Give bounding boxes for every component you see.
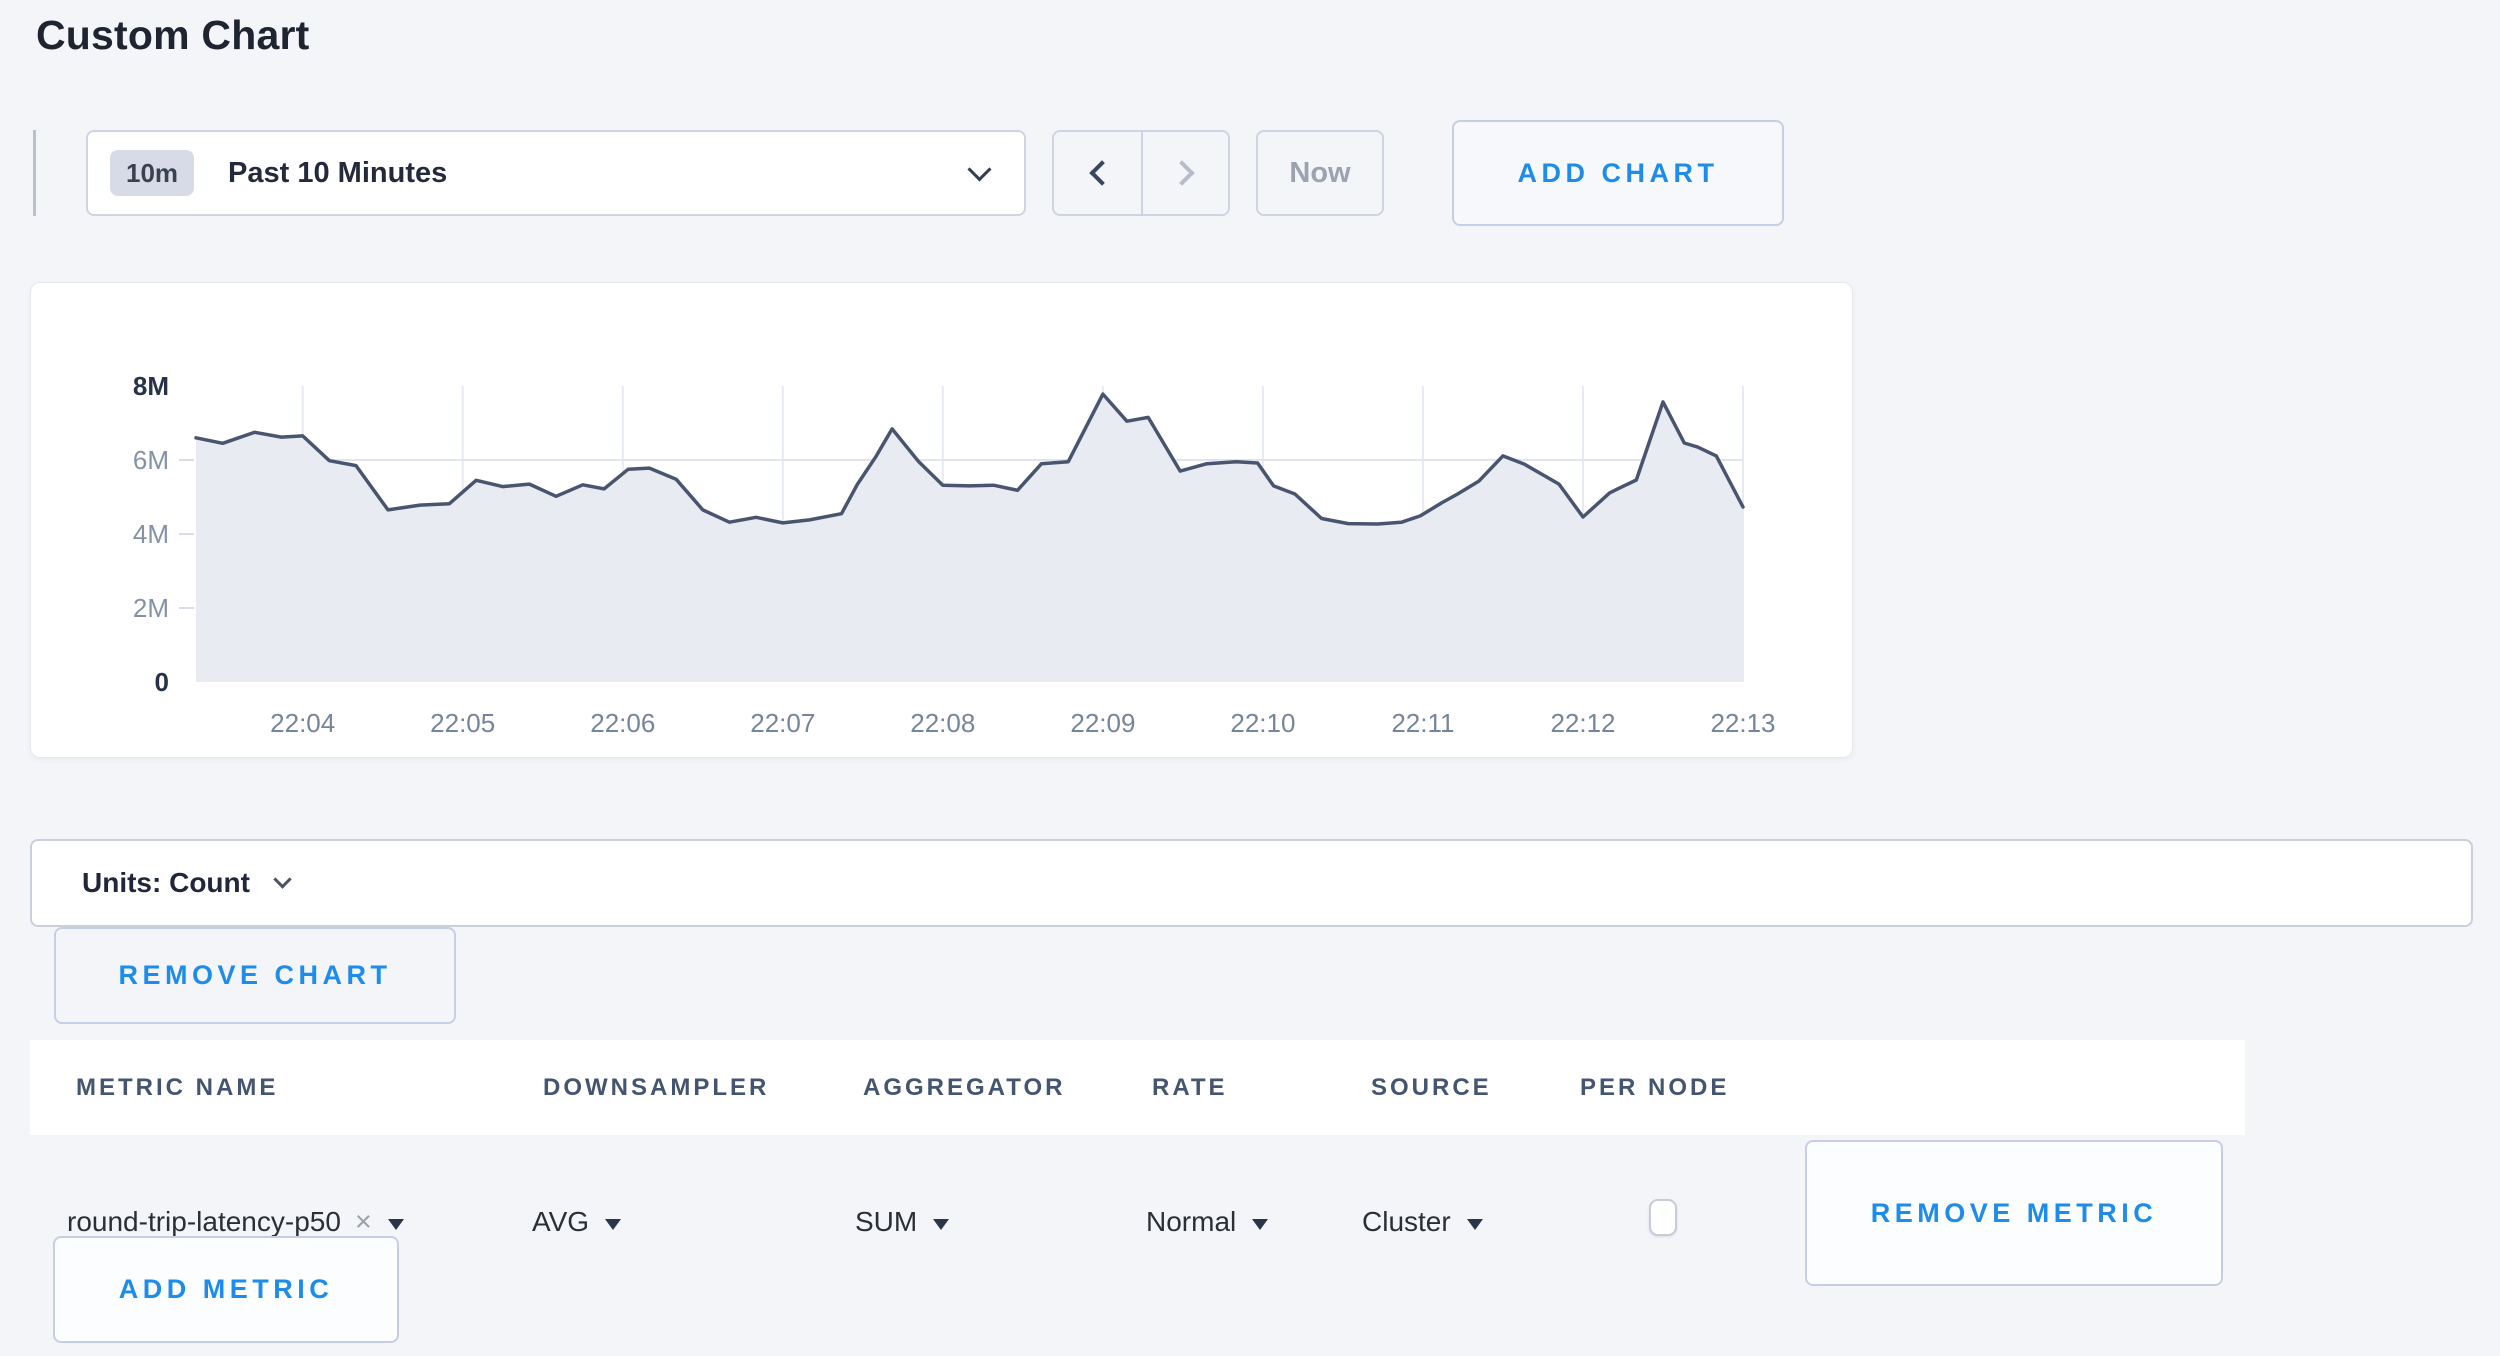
svg-text:22:05: 22:05 bbox=[430, 708, 495, 738]
column-header-rate: RATE bbox=[1152, 1040, 1228, 1135]
caret-down-icon bbox=[605, 1219, 621, 1230]
svg-text:22:13: 22:13 bbox=[1710, 708, 1775, 738]
svg-text:22:06: 22:06 bbox=[590, 708, 655, 738]
rate-value: Normal bbox=[1146, 1206, 1236, 1238]
previous-interval-button[interactable] bbox=[1054, 132, 1141, 214]
remove-chart-button[interactable]: REMOVE CHART bbox=[54, 927, 456, 1024]
svg-text:2M: 2M bbox=[133, 593, 169, 623]
caret-down-icon bbox=[1252, 1219, 1268, 1230]
page-title: Custom Chart bbox=[36, 12, 309, 59]
svg-text:0: 0 bbox=[155, 667, 169, 697]
column-header-aggregator: AGGREGATOR bbox=[863, 1040, 1065, 1135]
remove-chip-x-icon[interactable]: × bbox=[355, 1206, 372, 1239]
column-header-per-node: PER NODE bbox=[1580, 1040, 1729, 1135]
metric-name-value: round-trip-latency-p50 bbox=[67, 1206, 341, 1238]
svg-text:22:10: 22:10 bbox=[1230, 708, 1295, 738]
add-metric-button[interactable]: ADD METRIC bbox=[53, 1236, 399, 1343]
controls-accent-bar bbox=[33, 130, 36, 216]
svg-text:22:07: 22:07 bbox=[750, 708, 815, 738]
downsampler-dropdown[interactable]: AVG bbox=[532, 1196, 621, 1248]
svg-text:22:12: 22:12 bbox=[1550, 708, 1615, 738]
downsampler-value: AVG bbox=[532, 1206, 589, 1238]
svg-text:8M: 8M bbox=[133, 371, 169, 401]
now-button[interactable]: Now bbox=[1256, 130, 1384, 216]
svg-text:22:04: 22:04 bbox=[270, 708, 335, 738]
time-range-dropdown[interactable]: 10m Past 10 Minutes bbox=[86, 130, 1026, 216]
custom-chart-page: { "page": { "title": "Custom Chart" }, "… bbox=[0, 0, 2500, 1356]
aggregator-value: SUM bbox=[855, 1206, 917, 1238]
chevron-down-icon bbox=[967, 157, 991, 181]
next-interval-button[interactable] bbox=[1141, 132, 1228, 214]
chart-plot-area[interactable] bbox=[195, 385, 1742, 681]
aggregator-dropdown[interactable]: SUM bbox=[855, 1196, 949, 1248]
units-label: Units: Count bbox=[82, 867, 250, 899]
svg-text:4M: 4M bbox=[133, 519, 169, 549]
chevron-left-icon bbox=[1089, 160, 1114, 185]
source-dropdown[interactable]: Cluster bbox=[1362, 1196, 1483, 1248]
column-header-source: SOURCE bbox=[1371, 1040, 1492, 1135]
time-range-badge: 10m bbox=[110, 150, 194, 196]
units-dropdown[interactable]: Units: Count bbox=[30, 839, 2473, 927]
caret-down-icon bbox=[388, 1219, 404, 1230]
svg-text:22:08: 22:08 bbox=[910, 708, 975, 738]
remove-metric-button[interactable]: REMOVE METRIC bbox=[1805, 1140, 2223, 1286]
column-header-downsampler: DOWNSAMPLER bbox=[543, 1040, 769, 1135]
svg-text:22:09: 22:09 bbox=[1070, 708, 1135, 738]
time-step-buttons bbox=[1052, 130, 1230, 216]
chevron-down-icon bbox=[273, 870, 291, 888]
caret-down-icon bbox=[1467, 1219, 1483, 1230]
time-range-label: Past 10 Minutes bbox=[228, 157, 447, 190]
svg-text:22:11: 22:11 bbox=[1391, 708, 1454, 738]
column-header-metric-name: METRIC NAME bbox=[76, 1040, 278, 1135]
rate-dropdown[interactable]: Normal bbox=[1146, 1196, 1268, 1248]
add-chart-button[interactable]: ADD CHART bbox=[1452, 120, 1784, 226]
chevron-right-icon bbox=[1169, 160, 1194, 185]
metrics-table-header: METRIC NAME DOWNSAMPLER AGGREGATOR RATE … bbox=[30, 1040, 2245, 1135]
source-value: Cluster bbox=[1362, 1206, 1451, 1238]
svg-text:6M: 6M bbox=[133, 445, 169, 475]
per-node-checkbox[interactable] bbox=[1649, 1199, 1677, 1236]
caret-down-icon bbox=[933, 1219, 949, 1230]
